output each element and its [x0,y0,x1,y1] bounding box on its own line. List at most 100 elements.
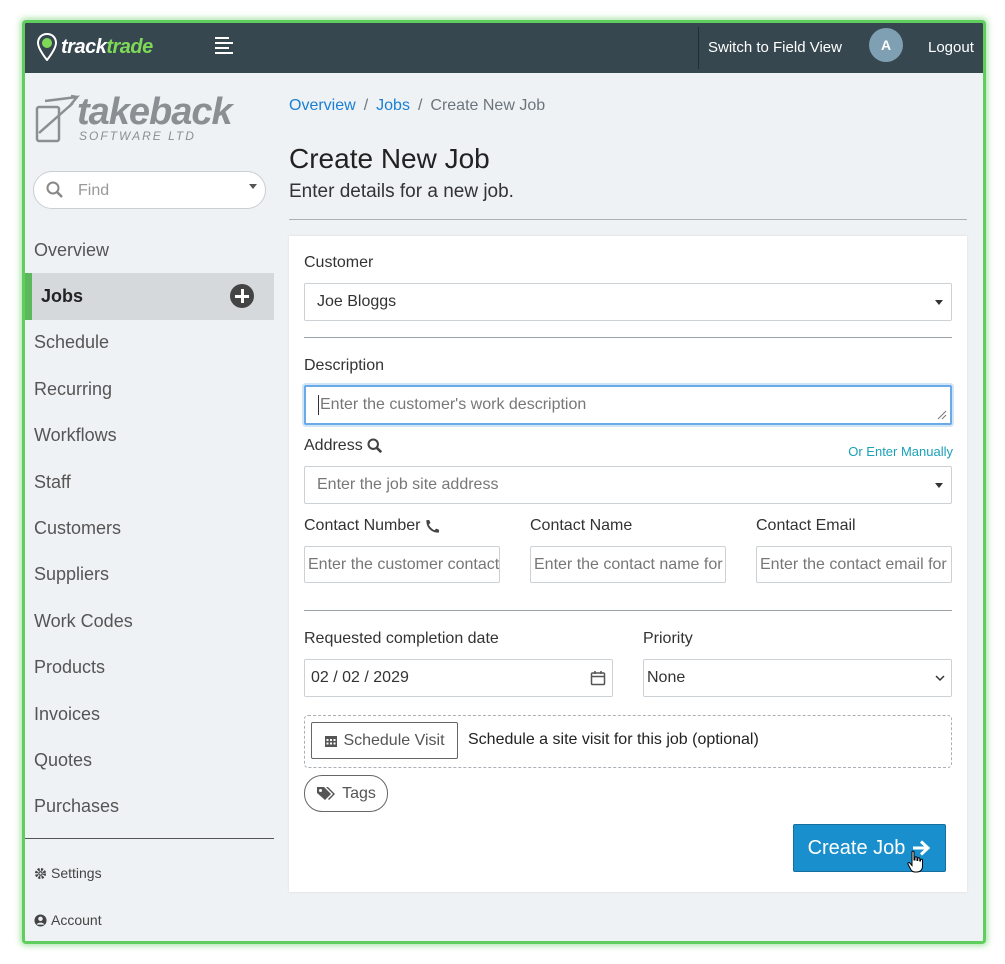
account-label: Account [51,912,102,928]
sidebar-item-label: Quotes [34,749,93,770]
sidebar-item-recurring[interactable]: Recurring [25,366,274,412]
sidebar: takeback SOFTWARE LTD Overview Jobs Sche… [25,73,274,941]
sidebar-item-label: Recurring [34,378,113,399]
company-name: takeback [77,91,233,133]
company-logo: takeback SOFTWARE LTD [33,91,233,153]
sidebar-item-workflows[interactable]: Workflows [25,413,274,459]
completion-date-value: 02 / 02 / 2029 [311,669,409,686]
settings-link[interactable]: Settings [34,865,102,881]
priority-label: Priority [643,630,693,647]
contact-name-input[interactable]: Enter the contact name for the job [530,546,726,583]
create-job-form: Customer Joe Bloggs Description Enter th… [289,236,967,892]
priority-select[interactable]: None [643,659,952,697]
breadcrumb-jobs[interactable]: Jobs [376,97,410,115]
sidebar-item-label: Staff [34,471,71,492]
chevron-down-icon[interactable] [249,184,257,189]
map-pin-icon [37,33,57,61]
customer-label: Customer [304,254,374,271]
enter-address-manually-link[interactable]: Or Enter Manually [848,444,953,459]
header-divider [289,219,967,220]
address-label: Address [304,437,363,454]
sidebar-item-schedule[interactable]: Schedule [25,320,274,366]
contact-email-input[interactable]: Enter the contact email for the job [756,546,952,583]
description-placeholder: Enter the customer's work description [320,396,587,413]
contact-number-label-row: Contact Number [304,517,440,535]
schedule-visit-text: Schedule a site visit for this job (opti… [468,731,759,748]
customer-select[interactable]: Joe Bloggs [304,283,952,321]
address-label-row: Address [304,437,383,455]
menu-toggle-icon[interactable] [215,37,237,57]
sidebar-item-work-codes[interactable]: Work Codes [25,598,274,644]
sidebar-nav: Overview Jobs Schedule Recurring Workflo… [25,227,274,830]
sidebar-search[interactable] [33,171,266,209]
sidebar-item-invoices[interactable]: Invoices [25,691,274,737]
schedule-visit-label: Schedule Visit [343,731,445,749]
sidebar-item-label: Workflows [34,425,117,446]
sidebar-item-label: Overview [34,239,110,260]
add-job-icon[interactable] [230,284,254,309]
tags-icon [317,786,336,800]
tags-button[interactable]: Tags [304,775,388,812]
breadcrumb-separator: / [417,97,423,114]
contact-name-placeholder: Enter the contact name for the job [534,555,725,573]
contact-number-input[interactable]: Enter the customer contact number [304,546,500,583]
calendar-icon[interactable] [590,670,606,686]
settings-label: Settings [51,865,102,881]
switch-field-view-link[interactable]: Switch to Field View [708,39,842,56]
page-title: Create New Job [289,143,490,174]
logout-link[interactable]: Logout [928,39,974,56]
sidebar-item-products[interactable]: Products [25,645,274,691]
sidebar-item-label: Invoices [34,703,101,724]
account-link[interactable]: Account [34,912,102,928]
chevron-down-icon [935,483,943,488]
text-cursor [318,395,319,415]
completion-date-input[interactable]: 02 / 02 / 2029 [304,659,613,697]
search-icon[interactable] [367,438,383,454]
brand-logo[interactable]: track trade [37,33,153,61]
create-job-label: Create Job [807,836,906,859]
resize-handle-icon[interactable] [937,410,947,420]
chevron-down-icon [935,675,945,682]
sidebar-item-overview[interactable]: Overview [25,227,274,273]
brand-text-trade: trade [106,35,153,58]
contact-name-label: Contact Name [530,517,633,534]
sidebar-item-suppliers[interactable]: Suppliers [25,552,274,598]
contact-number-placeholder: Enter the customer contact number [308,555,499,573]
search-icon [46,181,63,198]
phone-icon [425,519,439,533]
sidebar-item-label: Customers [34,518,122,539]
brand-text-track: track [61,35,107,58]
contact-email-label: Contact Email [756,517,856,534]
company-sub: SOFTWARE LTD [79,129,196,143]
completion-date-label: Requested completion date [304,630,499,647]
chevron-down-icon [935,300,943,305]
search-input[interactable] [78,180,238,202]
top-bar: track trade Switch to Field View A Logout [25,23,983,73]
avatar[interactable]: A [869,28,903,62]
tags-label: Tags [342,784,376,802]
sidebar-divider [25,838,274,839]
description-textarea[interactable]: Enter the customer's work description [304,385,952,425]
address-select[interactable]: Enter the job site address [304,466,952,504]
sidebar-item-staff[interactable]: Staff [25,459,274,505]
sidebar-item-quotes[interactable]: Quotes [25,737,274,783]
gear-icon [34,867,47,879]
user-circle-icon [34,913,47,927]
priority-value: None [647,669,686,686]
description-label: Description [304,357,385,374]
hand-pointer-icon [907,850,923,873]
sidebar-item-purchases[interactable]: Purchases [25,784,274,830]
form-divider [304,610,952,611]
topbar-divider [698,27,699,69]
customer-value: Joe Bloggs [317,293,397,310]
contact-number-label: Contact Number [304,517,421,534]
sidebar-item-label: Schedule [34,332,110,353]
contact-email-placeholder: Enter the contact email for the job [760,555,951,573]
sidebar-item-label: Purchases [34,796,120,817]
schedule-visit-button[interactable]: Schedule Visit [311,722,458,759]
sidebar-item-label: Work Codes [34,610,133,631]
app-window: track trade Switch to Field View A Logout… [22,20,986,944]
sidebar-item-jobs[interactable]: Jobs [25,273,274,320]
sidebar-item-customers[interactable]: Customers [25,505,274,551]
breadcrumb-overview[interactable]: Overview [289,97,356,115]
